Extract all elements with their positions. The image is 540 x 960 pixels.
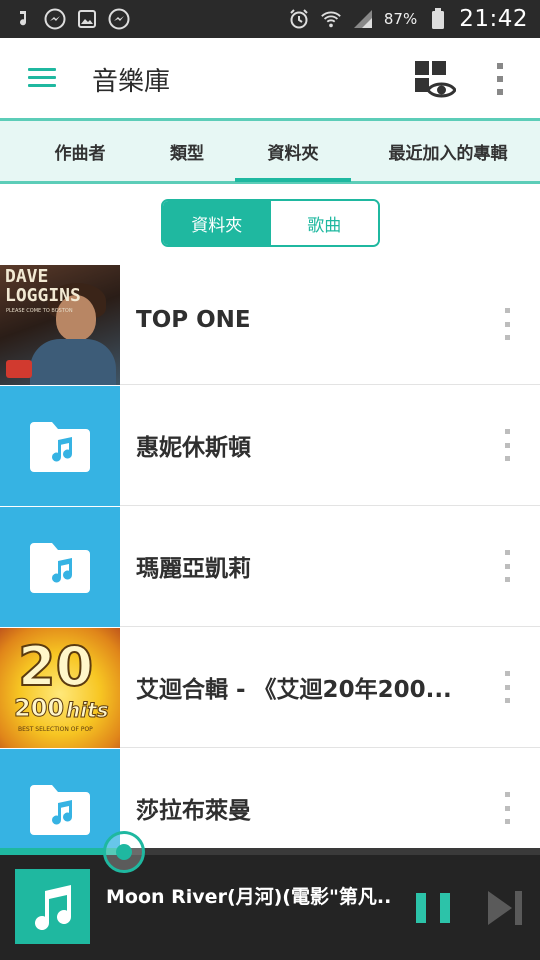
notification-icons — [12, 8, 130, 30]
next-track-button[interactable] — [486, 889, 524, 927]
cover-text: BEST SELECTION OF POP — [18, 726, 93, 733]
music-note-icon — [34, 884, 71, 930]
music-note-icon — [12, 8, 34, 30]
folder-list: DAVE LOGGINS PLEASE COME TO BOSTON TOP O… — [0, 264, 540, 869]
now-playing-title: Moon River(月河)(電影"第凡.. — [106, 886, 391, 908]
messenger-icon — [108, 8, 130, 30]
pause-button[interactable] — [416, 893, 450, 923]
messenger-icon — [44, 8, 66, 30]
list-item-title: TOP ONE — [136, 307, 251, 333]
item-menu-icon[interactable] — [503, 550, 511, 582]
clock: 21:42 — [459, 6, 528, 32]
playback-scrubber-handle[interactable] — [103, 831, 146, 873]
overflow-menu-icon[interactable] — [495, 63, 505, 95]
tab-composer[interactable]: 作曲者 — [30, 121, 130, 181]
tab-genre[interactable]: 類型 — [142, 121, 232, 181]
app-bar: 音樂庫 — [0, 38, 540, 118]
app-root: 87% 21:42 音樂庫 作曲者 類型 資料夾 最近加入的專輯 資料夾 歌曲 … — [0, 0, 540, 960]
list-item-title: 瑪麗亞凱莉 — [136, 556, 251, 582]
wifi-icon — [320, 8, 342, 30]
folder-icon — [0, 386, 120, 506]
cover-text: PLEASE COME TO BOSTON — [6, 308, 73, 314]
battery-icon — [427, 8, 449, 30]
cover-text: hits — [66, 698, 110, 723]
item-menu-icon[interactable] — [503, 429, 511, 461]
mini-player[interactable]: Moon River(月河)(電影"第凡.. — [0, 855, 540, 960]
cover-text: 200 — [13, 694, 65, 723]
album-cover: 20 200 hits BEST SELECTION OF POP — [0, 628, 120, 748]
skip-next-icon — [488, 891, 522, 925]
list-item-title: 莎拉布萊曼 — [136, 798, 251, 824]
list-item-title: 惠妮休斯頓 — [136, 435, 251, 461]
list-item[interactable]: 惠妮休斯頓 — [0, 385, 540, 506]
view-mode-icon[interactable] — [414, 60, 457, 100]
system-icons: 87% 21:42 — [288, 6, 528, 32]
tab-folder[interactable]: 資料夾 — [235, 121, 351, 181]
list-item[interactable]: DAVE LOGGINS PLEASE COME TO BOSTON TOP O… — [0, 264, 540, 385]
songs-toggle-button[interactable]: 歌曲 — [270, 201, 378, 245]
cover-text: LOGGINS — [5, 285, 81, 306]
cover-text: DAVE — [5, 266, 49, 287]
page-title: 音樂庫 — [92, 67, 171, 97]
folder-toggle-button[interactable]: 資料夾 — [163, 201, 271, 245]
menu-icon[interactable] — [28, 68, 56, 88]
cover-text: 20 — [17, 635, 94, 698]
folder-icon — [0, 507, 120, 627]
item-menu-icon[interactable] — [503, 308, 511, 340]
tab-recently-added[interactable]: 最近加入的專輯 — [368, 121, 528, 181]
signal-icon — [352, 8, 374, 30]
battery-percent: 87% — [383, 10, 418, 28]
gallery-icon — [76, 8, 98, 30]
status-bar: 87% 21:42 — [0, 0, 540, 38]
category-tabs: 作曲者 類型 資料夾 最近加入的專輯 — [0, 118, 540, 184]
now-playing-art — [15, 869, 90, 944]
list-item[interactable]: 20 200 hits BEST SELECTION OF POP 艾迴合輯 -… — [0, 627, 540, 748]
album-cover: DAVE LOGGINS PLEASE COME TO BOSTON — [0, 265, 120, 385]
item-menu-icon[interactable] — [503, 671, 511, 703]
view-toggle: 資料夾 歌曲 — [161, 199, 380, 247]
list-item[interactable]: 瑪麗亞凱莉 — [0, 506, 540, 627]
active-tab-indicator — [235, 178, 351, 182]
item-menu-icon[interactable] — [503, 792, 511, 824]
alarm-icon — [288, 8, 310, 30]
list-item-title: 艾迴合輯 - 《艾迴20年200... — [136, 677, 452, 703]
